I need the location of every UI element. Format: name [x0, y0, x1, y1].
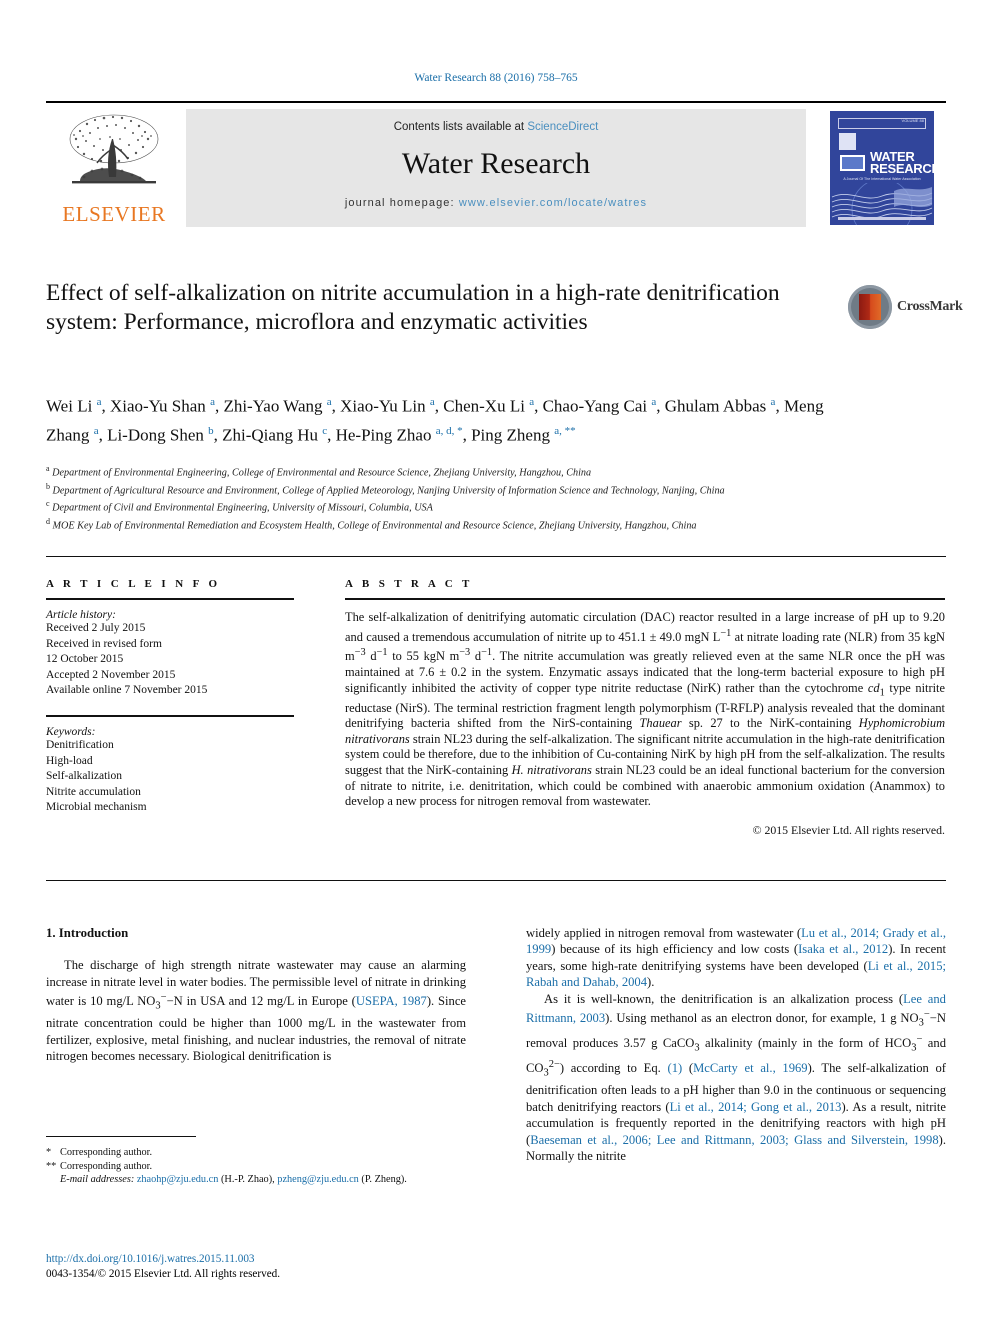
cover-volume-label: VOLUME 88	[901, 118, 924, 123]
paper-page: Water Research 88 (2016) 758–765 ELSEVIE…	[0, 0, 992, 1323]
article-history-label: Article history:	[46, 609, 116, 621]
footnote-text: Corresponding author.	[60, 1147, 153, 1158]
journal-banner: Contents lists available at ScienceDirec…	[186, 109, 806, 227]
article-history-item: Received 2 July 2015	[46, 622, 146, 634]
author-list: Wei Li a, Xiao-Yu Shan a, Zhi-Yao Wang a…	[46, 396, 824, 445]
footnote-email-text: E-mail addresses: zhaohp@zju.edu.cn (H.-…	[60, 1174, 407, 1186]
affiliation-text: MOE Key Lab of Environmental Remediation…	[52, 520, 697, 532]
title-block: Effect of self-alkalization on nitrite a…	[46, 279, 963, 337]
footnote-item: * Corresponding author.	[46, 1146, 466, 1160]
affiliation-text: Department of Agricultural Resource and …	[52, 484, 725, 496]
abstract-rule	[345, 598, 945, 600]
elsevier-logo: ELSEVIER	[50, 109, 178, 227]
article-history-item: Available online 7 November 2015	[46, 684, 208, 697]
article-info-heading: A R T I C L E I N F O	[46, 578, 221, 590]
homepage-prefix: journal homepage:	[344, 197, 455, 209]
info-band-bottom-rule	[46, 880, 946, 881]
article-info-column: A R T I C L E I N F O Article history: R…	[46, 578, 294, 816]
elsevier-wordmark: ELSEVIER	[62, 202, 166, 226]
contents-available-line: Contents lists available at ScienceDirec…	[186, 121, 806, 133]
contents-prefix: Contents lists available at	[393, 121, 525, 133]
abstract-text: The self-alkalization of denitrifying au…	[345, 610, 946, 809]
article-info-rule-1	[46, 598, 294, 600]
elsevier-tree-icon	[69, 114, 159, 184]
abstract-copyright: © 2015 Elsevier Ltd. All rights reserved…	[752, 822, 945, 837]
body-column-left: 1. Introduction The discharge of high st…	[46, 925, 466, 1065]
page-title: Effect of self-alkalization on nitrite a…	[46, 280, 780, 335]
affiliation-text: Department of Civil and Environmental En…	[52, 502, 433, 514]
article-info-rule-2	[46, 714, 294, 717]
sciencedirect-link[interactable]: ScienceDirect	[527, 121, 598, 133]
journal-homepage-line: journal homepage: www.elsevier.com/locat…	[186, 197, 806, 209]
article-history-item: 12 October 2015	[46, 653, 124, 666]
abstract-column: A B S T R A C T The self-alkalization of…	[345, 578, 945, 838]
footnote-item: E-mail addresses: zhaohp@zju.edu.cn (H.-…	[46, 1173, 466, 1187]
page-footer: http://dx.doi.org/10.1016/j.watres.2015.…	[46, 1252, 546, 1282]
crossmark-label: CrossMark	[897, 299, 963, 314]
abstract-heading: A B S T R A C T	[345, 578, 473, 590]
affiliation-marker: a	[46, 464, 50, 473]
masthead-top-rule	[46, 101, 946, 103]
footnote-marker: *	[46, 1147, 52, 1158]
affiliation-marker: d	[46, 516, 50, 526]
cover-journal-name: WATER RESEARCH	[870, 149, 934, 176]
affiliation-marker: b	[46, 481, 50, 491]
iwa-logo-icon	[839, 154, 866, 172]
crossmark-badge[interactable]: CrossMark	[848, 285, 963, 331]
footnote-item: ** Corresponding author.	[46, 1160, 466, 1174]
running-head: Water Research 88 (2016) 758–765	[414, 72, 578, 84]
affiliation-item: a Department of Environmental Engineerin…	[46, 462, 886, 480]
keyword-item: High-load	[46, 754, 93, 767]
footnote-block: * Corresponding author. ** Corresponding a…	[46, 1136, 466, 1187]
info-band-top-rule	[46, 556, 946, 557]
journal-title: Water Research	[401, 147, 591, 180]
keyword-item: Nitrite accumulation	[46, 785, 141, 798]
keywords-label: Keywords:	[46, 725, 96, 738]
affiliation-list: a Department of Environmental Engineerin…	[46, 462, 886, 532]
journal-masthead: ELSEVIER Contents lists available at Sci…	[46, 101, 946, 229]
intro-paragraph-right-1: widely applied in nitrogen removal from …	[526, 926, 947, 990]
cover-bottom-bar	[838, 217, 926, 220]
affiliation-item: c Department of Civil and Environmental …	[46, 497, 886, 515]
affiliation-item: d MOE Key Lab of Environmental Remediati…	[46, 515, 886, 533]
doi-link[interactable]: http://dx.doi.org/10.1016/j.watres.2015.…	[46, 1252, 546, 1267]
article-history-item: Received in revised form	[46, 637, 162, 650]
footnote-text: Corresponding author.	[60, 1160, 153, 1172]
crossmark-book-icon	[859, 294, 881, 320]
journal-cover-thumbnail: VOLUME 88 WATER RESEARCH A Journal Of Th…	[824, 109, 940, 227]
article-history-item: Accepted 2 November 2015	[46, 668, 176, 681]
keyword-item: Self-alkalization	[46, 770, 122, 783]
issn-copyright-line: 0043-1354/© 2015 Elsevier Ltd. All right…	[46, 1268, 281, 1280]
cover-elsevier-mark-icon	[839, 133, 856, 150]
cover-artwork: VOLUME 88 WATER RESEARCH A Journal Of Th…	[830, 111, 934, 225]
section-heading-introduction: 1. Introduction	[46, 926, 129, 940]
crossmark-circle-icon	[848, 285, 892, 329]
keyword-item: Microbial mechanism	[46, 801, 147, 814]
affiliation-marker: c	[46, 499, 50, 509]
homepage-url[interactable]: www.elsevier.com/locate/watres	[459, 197, 647, 209]
intro-paragraph-left: The discharge of high strength nitrate w…	[46, 958, 467, 1064]
affiliation-text: Department of Environmental Engineering,…	[52, 467, 592, 479]
footnote-rule	[46, 1136, 196, 1137]
footnote-marker: **	[46, 1160, 57, 1172]
keyword-item: Denitrification	[46, 738, 114, 751]
body-column-right: widely applied in nitrogen removal from …	[526, 925, 946, 1164]
intro-paragraph-right-2: As it is well-known, the denitrification…	[526, 991, 947, 1163]
cover-tagline: A Journal Of The International Water Ass…	[843, 177, 921, 181]
affiliation-item: b Department of Agricultural Resource an…	[46, 480, 886, 498]
